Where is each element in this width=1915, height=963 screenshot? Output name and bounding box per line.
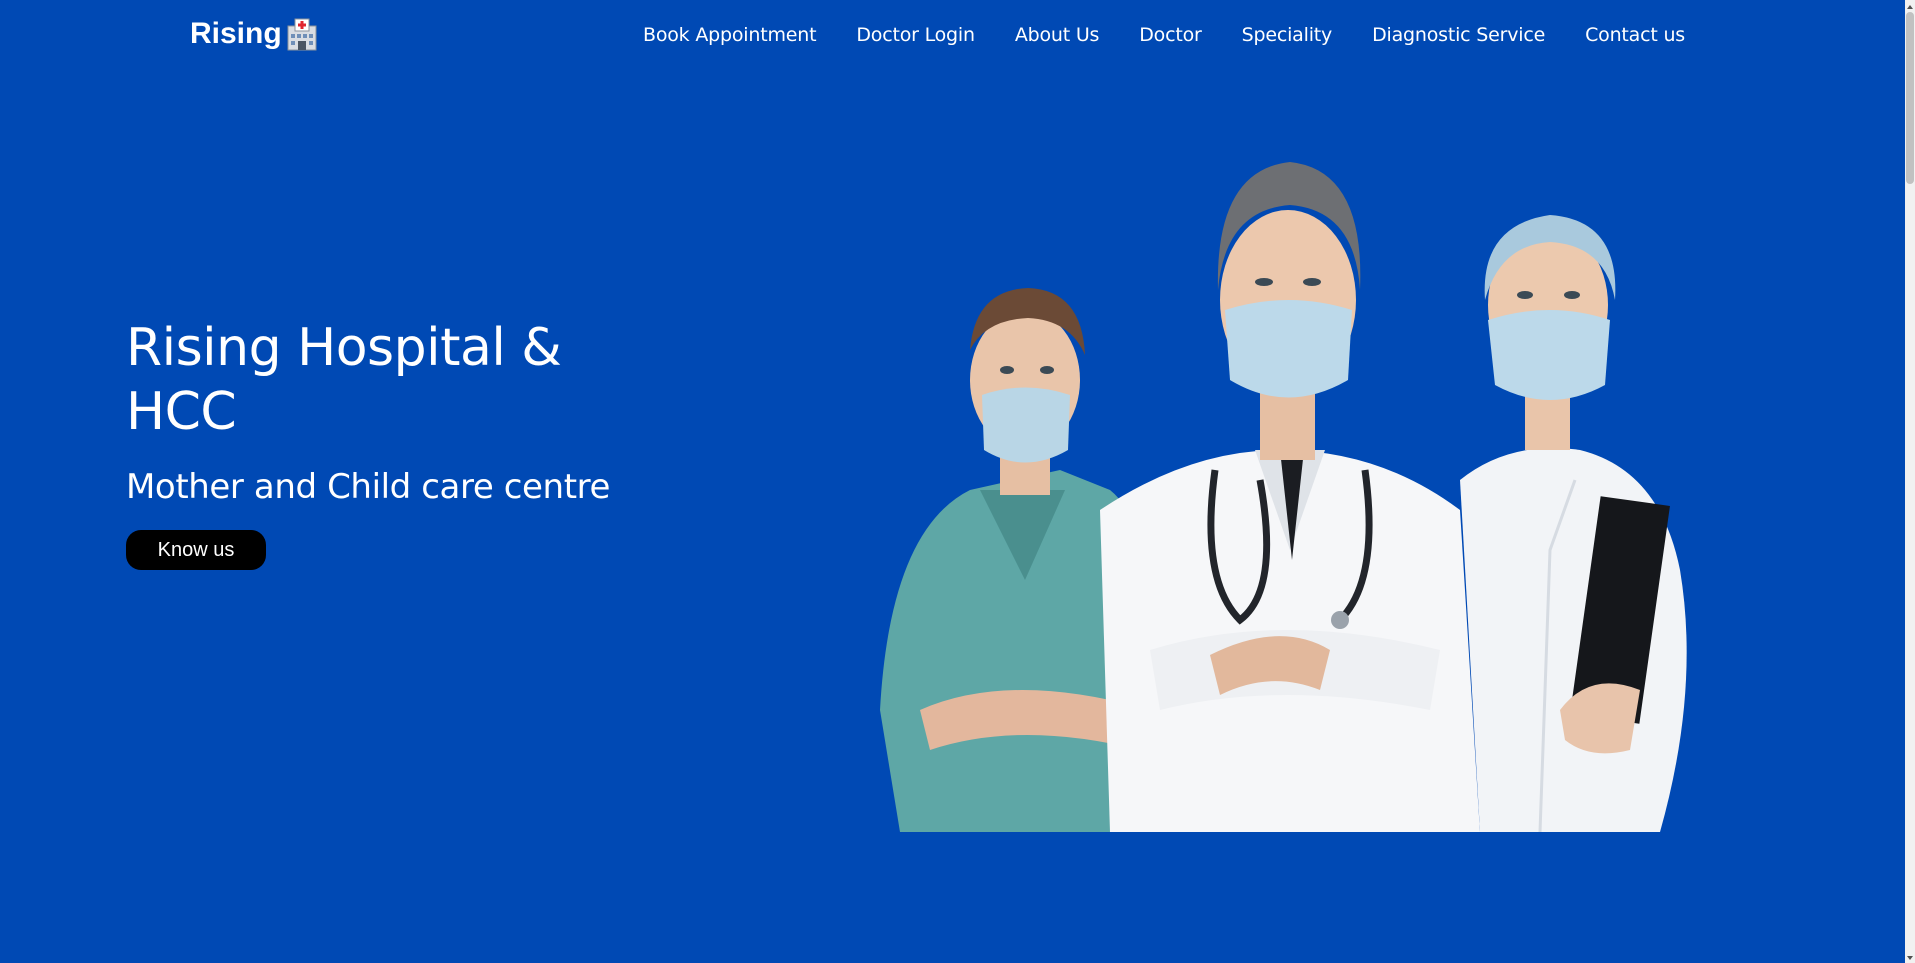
hero-subtitle: Mother and Child care centre [126, 467, 610, 507]
nav-about-us[interactable]: About Us [1015, 24, 1100, 46]
nav-diagnostic-service[interactable]: Diagnostic Service [1372, 24, 1545, 46]
nav-speciality[interactable]: Speciality [1242, 24, 1333, 46]
page: Rising Book Appointment Doctor Login Abo… [0, 0, 1905, 963]
doctor-center-figure [1100, 162, 1480, 832]
main-nav: Book Appointment Doctor Login About Us D… [643, 24, 1685, 46]
logo-text: Rising [190, 17, 282, 50]
doctor-right-figure [1460, 215, 1687, 833]
nav-doctor-login[interactable]: Doctor Login [856, 24, 975, 46]
site-header: Rising Book Appointment Doctor Login Abo… [0, 0, 1905, 76]
hospital-icon [284, 17, 320, 51]
logo[interactable]: Rising [190, 17, 320, 51]
nav-contact-us[interactable]: Contact us [1585, 24, 1685, 46]
hero-title: Rising Hospital & HCC [126, 318, 562, 442]
scroll-up-arrow-icon[interactable] [1905, 0, 1915, 12]
hero-doctors-image [860, 150, 1750, 833]
hero-section: Rising Hospital & HCC Mother and Child c… [126, 316, 686, 570]
know-us-button[interactable]: Know us [126, 530, 266, 570]
scrollbar-thumb[interactable] [1906, 12, 1914, 184]
vertical-scrollbar[interactable] [1905, 0, 1915, 963]
scroll-down-arrow-icon[interactable] [1905, 951, 1915, 963]
nav-book-appointment[interactable]: Book Appointment [643, 24, 817, 46]
nav-doctor[interactable]: Doctor [1139, 24, 1202, 46]
